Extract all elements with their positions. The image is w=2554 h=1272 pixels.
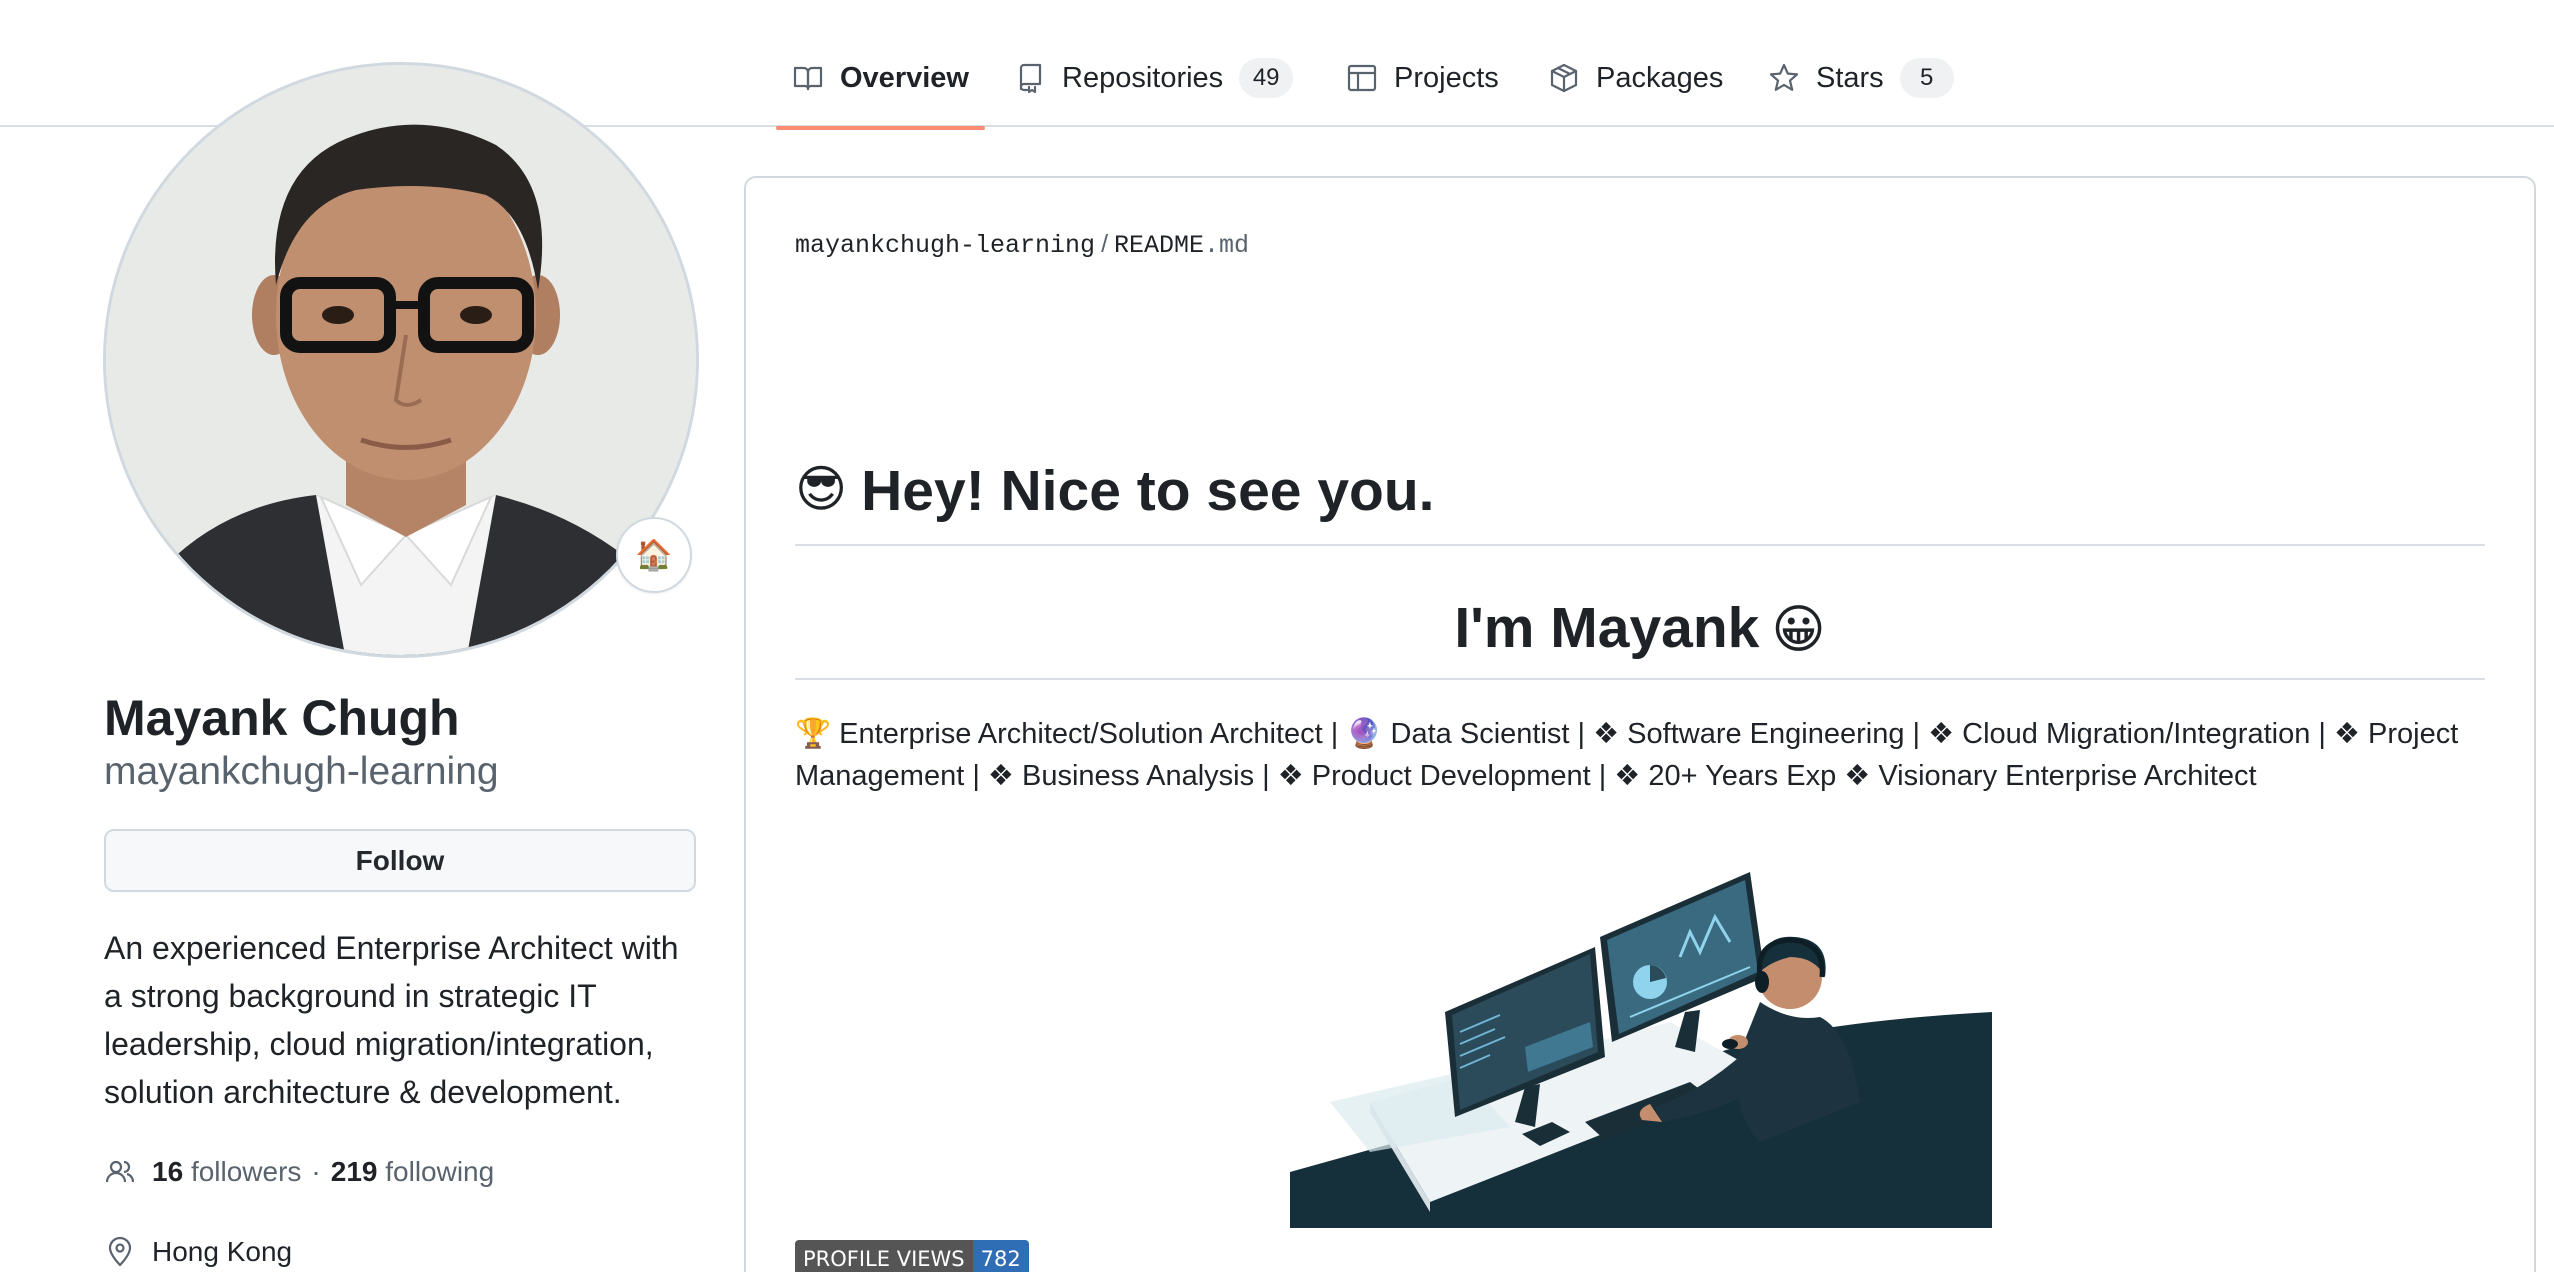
people-icon xyxy=(105,1160,135,1183)
tab-stars[interactable]: Stars 5 xyxy=(1768,48,1954,108)
follow-separator: · xyxy=(311,1156,321,1187)
status-emoji-button[interactable]: 🏠 xyxy=(616,517,692,593)
tab-projects-label: Projects xyxy=(1394,61,1499,94)
package-icon xyxy=(1550,63,1578,93)
readme-tagline: 🏆 Enterprise Architect/Solution Architec… xyxy=(795,718,2459,792)
tab-packages[interactable]: Packages xyxy=(1548,48,1723,108)
followers-label: followers xyxy=(190,1156,302,1187)
following-label: following xyxy=(385,1156,495,1187)
tab-packages-label: Packages xyxy=(1596,61,1724,94)
location-pin-icon xyxy=(108,1236,132,1267)
readme-card: mayankchugh-learning / README.md 😎 Hey! Ni… xyxy=(744,176,2536,1272)
tab-projects[interactable]: Projects xyxy=(1346,48,1499,108)
readme-heading-text: Hey! Nice to see you. xyxy=(861,459,1435,523)
stars-count-badge: 5 xyxy=(1899,58,1954,98)
location-text: Hong Kong xyxy=(152,1236,293,1267)
tab-overview-label: Overview xyxy=(840,61,969,94)
sunglasses-emoji: 😎 xyxy=(795,461,848,517)
followers-count: 16 xyxy=(152,1156,184,1187)
profile-views-count: 782 xyxy=(972,1240,1029,1272)
readme-heading: 😎 Hey! Nice to see you. xyxy=(795,456,2485,546)
repo-icon xyxy=(1019,63,1042,94)
profile-full-name: Mayank Chugh xyxy=(104,690,460,746)
readme-file-extension: .md xyxy=(1204,231,1250,260)
tab-stars-label: Stars xyxy=(1816,61,1884,94)
profile-views-label: PROFILE VIEWS xyxy=(795,1240,973,1272)
grinning-emoji: 😀 xyxy=(1771,601,1826,659)
readme-file-link[interactable]: README.md xyxy=(1114,231,1249,260)
following-count: 219 xyxy=(330,1156,378,1187)
readme-subheading: I'm Mayank 😀 xyxy=(795,588,2485,680)
tab-overview[interactable]: Overview xyxy=(776,48,985,130)
followers-following: 16 followers · 219 following xyxy=(104,1152,494,1192)
readme-owner-link[interactable]: mayankchugh-learning xyxy=(795,231,1095,260)
profile-location: Hong Kong xyxy=(104,1232,292,1272)
readme-subheading-text: I'm Mayank xyxy=(1454,596,1760,660)
follow-button[interactable]: Follow xyxy=(104,829,696,892)
repositories-count-badge: 49 xyxy=(1239,58,1294,98)
developer-illustration xyxy=(1290,872,1992,1228)
star-icon xyxy=(1769,63,1799,91)
profile-bio: An experienced Enterprise Architect with… xyxy=(104,930,679,1110)
following-link[interactable]: 219 following xyxy=(331,1156,494,1188)
tab-repositories-label: Repositories xyxy=(1062,61,1224,94)
active-tab-indicator xyxy=(776,126,985,130)
table-icon xyxy=(1347,64,1377,92)
followers-link[interactable]: 16 followers xyxy=(152,1156,301,1188)
tab-repositories[interactable]: Repositories 49 xyxy=(1014,48,1294,108)
profile-photo xyxy=(106,65,696,655)
readme-breadcrumb: mayankchugh-learning / README.md xyxy=(795,230,1249,260)
book-icon xyxy=(793,66,823,91)
readme-file-name: README xyxy=(1114,231,1205,260)
profile-username: mayankchugh-learning xyxy=(104,750,499,793)
avatar[interactable] xyxy=(103,62,699,658)
breadcrumb-separator: / xyxy=(1101,230,1109,258)
profile-views-badge: PROFILE VIEWS 782 xyxy=(795,1240,1029,1272)
